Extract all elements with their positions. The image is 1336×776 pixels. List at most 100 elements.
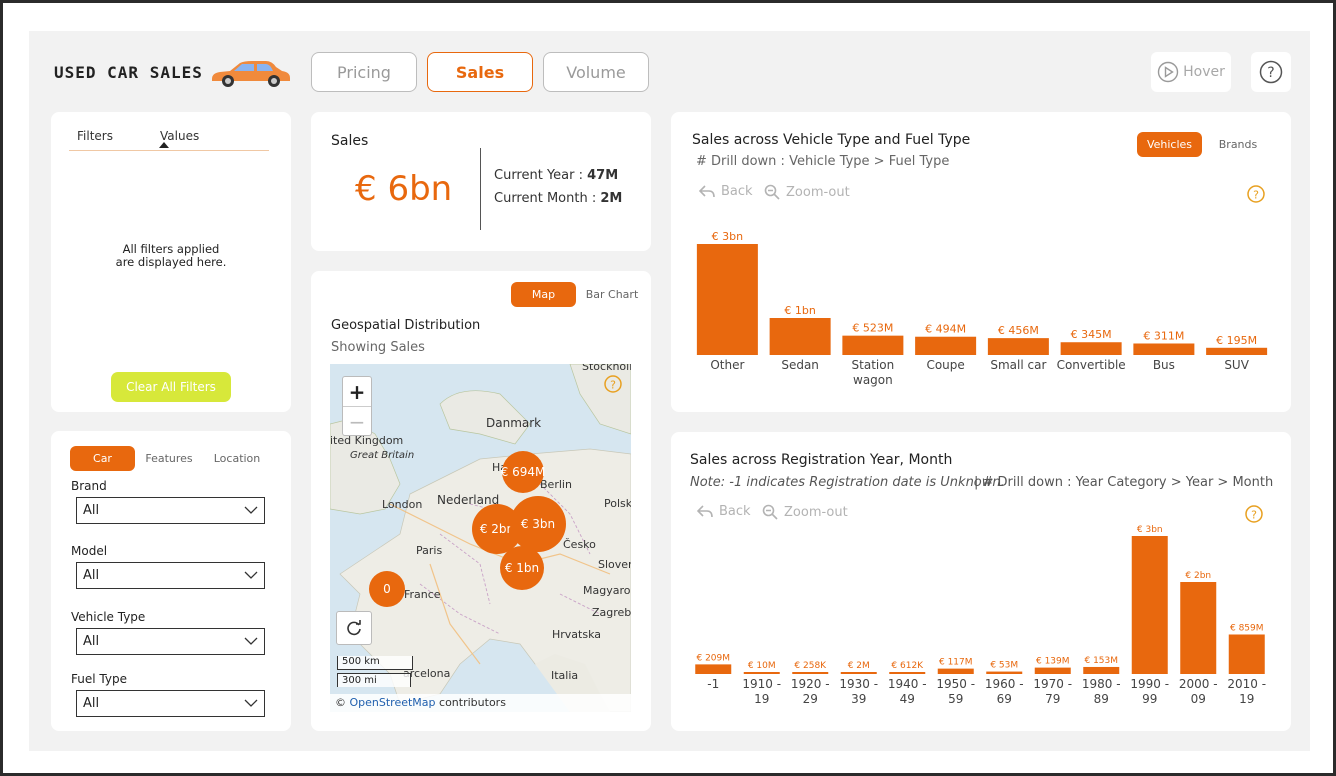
filters-column-header[interactable]: Filters [77,129,113,143]
category-label: 49 [900,692,915,706]
chart-bar[interactable] [1034,667,1071,674]
year-chart-note: Note: -1 indicates Registration date is … [690,475,1005,490]
chart-bar[interactable] [1180,582,1217,674]
bar-value-label: € 139M [1036,657,1070,667]
chevron-down-icon [244,571,258,579]
tab-location[interactable]: Location [207,446,267,471]
zoom-control: + − [342,376,372,436]
category-label: 1930 - [839,677,878,691]
chart-bar[interactable] [840,672,877,674]
help-icon[interactable]: ? [1246,184,1266,204]
category-label: 79 [1045,692,1060,706]
category-label: 1970 - [1033,677,1072,691]
chevron-down-icon [244,699,258,707]
brand-label: Brand [71,479,107,493]
map-bubble[interactable]: € 694M [501,451,545,493]
bar-value-label: € 311M [1143,329,1184,342]
chart-bar[interactable] [769,318,831,355]
help-icon[interactable]: ? [603,374,623,394]
bar-value-label: € 3bn [712,230,743,243]
chart-bar[interactable] [1131,536,1168,674]
toggle-bar-chart[interactable]: Bar Chart [581,282,643,307]
brand-dropdown[interactable]: All [76,497,265,524]
svg-text:?: ? [1253,189,1259,202]
bar-value-label: € 494M [925,323,966,336]
category-label: 39 [851,692,866,706]
vehicle-type-label: Vehicle Type [71,610,146,624]
map-bubble[interactable]: € 1bn [500,546,544,590]
chart-bar[interactable] [889,672,926,674]
map-bubble[interactable]: € 3bn [510,496,566,552]
chart-bar[interactable] [696,244,758,355]
chart-bar[interactable] [987,338,1049,355]
map-view[interactable]: Stockholm Danmark ited Kingdom Great Bri… [330,364,631,712]
model-label: Model [71,544,108,558]
chart-bar[interactable] [937,668,974,674]
osm-link[interactable]: OpenStreetMap [350,696,436,709]
tab-features[interactable]: Features [139,446,199,471]
toggle-brands[interactable]: Brands [1207,132,1269,157]
vehicle-zoom-out-button[interactable]: Zoom-out [764,184,850,200]
map-place-label: Zagreb [592,606,631,619]
category-label: Small car [990,358,1046,372]
car-logo-icon [212,61,290,87]
chart-bar[interactable] [1206,347,1268,355]
category-label: -1 [707,677,719,691]
chart-bar[interactable] [792,672,829,674]
kpi-title: Sales [331,133,369,149]
fuel-type-label: Fuel Type [71,672,127,686]
category-label: wagon [853,373,893,387]
toggle-vehicles[interactable]: Vehicles [1137,132,1202,157]
zoom-in-button[interactable]: + [343,377,371,407]
bar-value-label: € 153M [1084,656,1118,666]
help-button[interactable]: ? [1251,52,1291,92]
svg-text:?: ? [610,379,616,392]
chart-bar[interactable] [842,335,904,355]
help-icon: ? [1259,60,1283,84]
model-dropdown[interactable]: All [76,562,265,589]
bar-value-label: € 258K [794,661,827,671]
vehicle-back-button[interactable]: Back [699,184,753,199]
refresh-icon [347,620,361,636]
bar-value-label: € 10M [748,661,776,671]
kpi-divider [480,148,481,230]
bar-value-label: € 523M [852,322,893,335]
chart-bar[interactable] [1133,343,1195,355]
svg-text:?: ? [1267,65,1274,81]
scale-km: 500 km [337,656,413,670]
toggle-map[interactable]: Map [511,282,576,307]
bar-value-label: € 3bn [1137,525,1163,535]
hover-button[interactable]: Hover [1151,52,1231,92]
category-label: 1950 - [936,677,975,691]
zoom-out-icon [764,184,780,200]
chart-bar[interactable] [743,672,780,674]
chevron-down-icon [244,506,258,514]
app-title: USED CAR SALES [54,63,203,82]
zoom-out-button[interactable]: − [343,407,371,436]
fuel-type-dropdown[interactable]: All [76,690,265,717]
vehicle-type-dropdown[interactable]: All [76,628,265,655]
chart-bar[interactable] [1228,634,1265,674]
tab-pricing[interactable]: Pricing [311,52,417,92]
bar-value-label: € 2bn [1185,571,1211,581]
category-label: Bus [1153,358,1175,372]
map-place-label: Berlin [540,478,572,491]
chart-bar[interactable] [1060,342,1122,355]
chart-bar[interactable] [1083,666,1120,674]
chart-bar[interactable] [915,336,977,355]
tab-sales[interactable]: Sales [427,52,533,92]
chart-bar[interactable] [986,671,1023,674]
category-label: 19 [1239,692,1254,706]
chart-bar[interactable] [695,664,732,674]
values-column-header[interactable]: Values [160,129,199,143]
category-label: Station [852,358,895,372]
fuel-type-value: All [83,696,100,711]
reset-view-button[interactable] [336,611,372,645]
category-label: 99 [1142,692,1157,706]
geo-title: Geospatial Distribution [331,318,481,333]
tab-volume[interactable]: Volume [543,52,649,92]
map-bubble[interactable]: 0 [369,571,405,607]
bar-value-label: € 456M [998,324,1039,337]
clear-all-filters-button[interactable]: Clear All Filters [111,372,231,402]
tab-car[interactable]: Car [70,446,135,471]
